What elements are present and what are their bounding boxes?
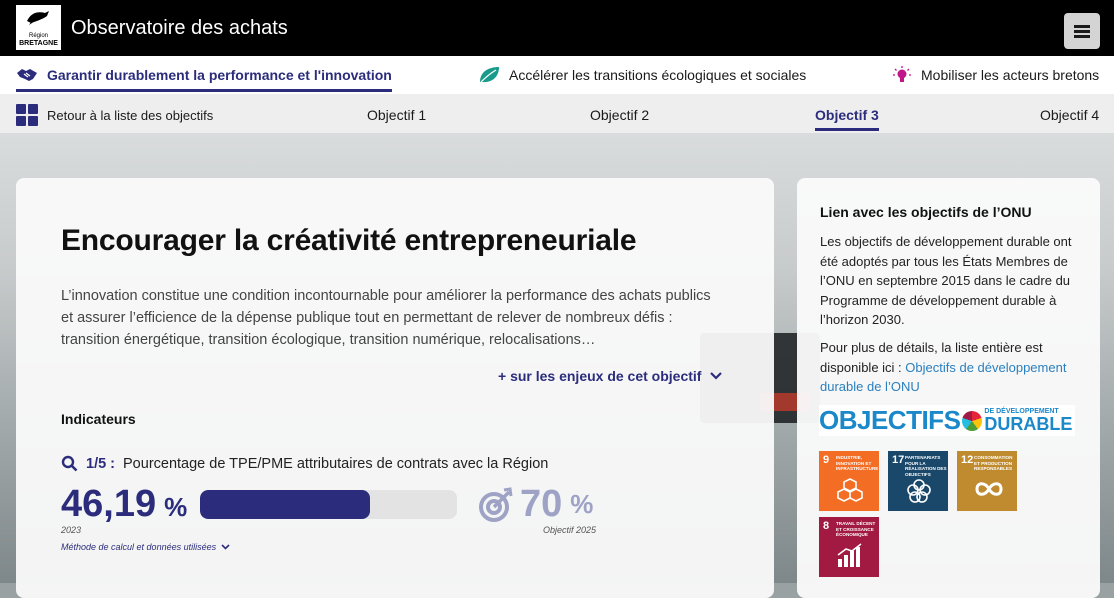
- target-unit: %: [570, 489, 594, 519]
- indicator-progress-bar: [200, 490, 457, 519]
- sdg-tile-8[interactable]: 8 TRAVAIL DÉCENT ET CROISSANCE ÉCONOMIQU…: [819, 517, 879, 577]
- growth-chart-icon: [837, 543, 862, 567]
- indicator-value: 46,19%: [61, 483, 187, 526]
- tab-objectif-2[interactable]: Objectif 2: [590, 107, 649, 123]
- indicator-index: 1/5 :: [86, 455, 116, 472]
- indicators-heading: Indicateurs: [61, 411, 136, 427]
- sdg-logo: OBJECTIFS DE DÉVELOPPEMENT DURABLE: [819, 405, 1075, 436]
- axis-tab-transitions[interactable]: Accélérer les transitions écologiques et…: [478, 56, 806, 94]
- more-label: + sur les enjeux de cet objectif: [498, 368, 702, 384]
- top-bar: Région BRETAGNE Observatoire des achats: [0, 0, 1114, 56]
- infinity-icon: [975, 482, 1003, 496]
- objective-card: Encourager la créativité entrepreneurial…: [16, 178, 774, 598]
- target-icon: [479, 486, 513, 522]
- ermine-icon: [27, 11, 49, 25]
- logo-line1: Région: [28, 33, 48, 39]
- onu-card: Lien avec les objectifs de l’ONU Les obj…: [797, 178, 1100, 598]
- sdg-tile-12[interactable]: 12 CONSOMMATION ET PRODUCTION RESPONSABL…: [957, 451, 1017, 511]
- cubes-icon: [837, 478, 863, 502]
- objectives-nav: Retour à la liste des objectifs Objectif…: [0, 94, 1114, 133]
- tab-objectif-3[interactable]: Objectif 3: [815, 107, 879, 131]
- sdg-tile-9[interactable]: 9 INDUSTRIE, INNOVATION ET INFRASTRUCTUR…: [819, 451, 879, 511]
- handshake-icon: [17, 69, 37, 81]
- indicator-value-number: 46,19: [61, 483, 157, 525]
- sdg-logo-sub: DE DÉVELOPPEMENT DURABLE: [984, 408, 1072, 433]
- sdg-tile-text: CONSOMMATION ET PRODUCTION RESPONSABLES: [974, 455, 1013, 471]
- indicator-value-unit: %: [164, 492, 188, 522]
- axis-tab-acteurs[interactable]: Mobiliser les acteurs bretons: [892, 56, 1099, 94]
- axis-label: Garantir durablement la performance et l…: [47, 67, 392, 83]
- onu-title: Lien avec les objectifs de l’ONU: [820, 204, 1032, 220]
- target-value: 70: [520, 483, 563, 525]
- sdg-tile-text: INDUSTRIE, INNOVATION ET INFRASTRUCTURE: [836, 455, 879, 471]
- search-icon: [61, 455, 78, 472]
- indicator-label: Pourcentage de TPE/PME attributaires de …: [123, 455, 549, 472]
- objective-title: Encourager la créativité entrepreneurial…: [61, 224, 637, 257]
- back-label: Retour à la liste des objectifs: [47, 107, 214, 123]
- logo-line2: BRETAGNE: [19, 40, 58, 47]
- grid-icon: [16, 104, 38, 126]
- axis-tab-performance[interactable]: Garantir durablement la performance et l…: [16, 56, 392, 94]
- back-to-list-link[interactable]: Retour à la liste des objectifs: [16, 104, 213, 126]
- sdg-tile-17[interactable]: 17 PARTENARIATS POUR LA RÉALISATION DES …: [888, 451, 948, 511]
- onu-details: Pour plus de détails, la liste entière e…: [820, 338, 1080, 397]
- sdg-tile-number: 12: [961, 454, 974, 466]
- indicator-target: 70%: [478, 483, 593, 526]
- onu-paragraph: Les objectifs de développement durable o…: [820, 234, 1072, 327]
- leaf-icon: [480, 67, 499, 83]
- sdg-tile-text: PARTENARIATS POUR LA RÉALISATION DES OBJ…: [905, 455, 947, 477]
- method-label: Méthode de calcul et données utilisées: [61, 542, 217, 552]
- indicator-year: 2023: [61, 525, 82, 535]
- region-logo[interactable]: Région BRETAGNE: [16, 5, 61, 50]
- sdg-tile-text: TRAVAIL DÉCENT ET CROISSANCE ÉCONOMIQUE: [836, 521, 876, 537]
- chevron-down-icon: [221, 544, 230, 550]
- more-details-link[interactable]: + sur les enjeux de cet objectif: [498, 368, 723, 384]
- active-underline: [16, 89, 392, 92]
- sdg-tile-number: 17: [892, 454, 905, 466]
- axis-label: Mobiliser les acteurs bretons: [921, 67, 1100, 83]
- indicator-row[interactable]: 1/5 : Pourcentage de TPE/PME attributair…: [61, 455, 548, 472]
- app-title: Observatoire des achats: [71, 17, 288, 39]
- tab-objectif-4[interactable]: Objectif 4: [1040, 107, 1099, 123]
- sdg-tile-number: 8: [823, 520, 830, 532]
- target-year-label: Objectif 2025: [543, 525, 597, 535]
- axis-label: Accélérer les transitions écologiques et…: [509, 67, 807, 83]
- sdg-wheel-icon: [962, 410, 983, 431]
- hamburger-icon: [1074, 23, 1090, 40]
- objective-intro: L’innovation constitue une condition inc…: [61, 288, 711, 348]
- method-link[interactable]: Méthode de calcul et données utilisées: [61, 542, 230, 552]
- chevron-down-icon: [710, 372, 723, 380]
- lightbulb-icon: [893, 66, 911, 82]
- partnership-flower-icon: [907, 479, 931, 503]
- tab-objectif-1[interactable]: Objectif 1: [367, 107, 426, 123]
- sdg-tile-number: 9: [823, 454, 830, 466]
- sdg-logo-sub-bottom: DURABLE: [984, 414, 1073, 434]
- sdg-logo-title: OBJECTIFS: [819, 405, 961, 435]
- indicator-progress-fill: [200, 490, 370, 519]
- menu-button[interactable]: [1064, 13, 1100, 49]
- axes-nav: Garantir durablement la performance et l…: [0, 56, 1114, 94]
